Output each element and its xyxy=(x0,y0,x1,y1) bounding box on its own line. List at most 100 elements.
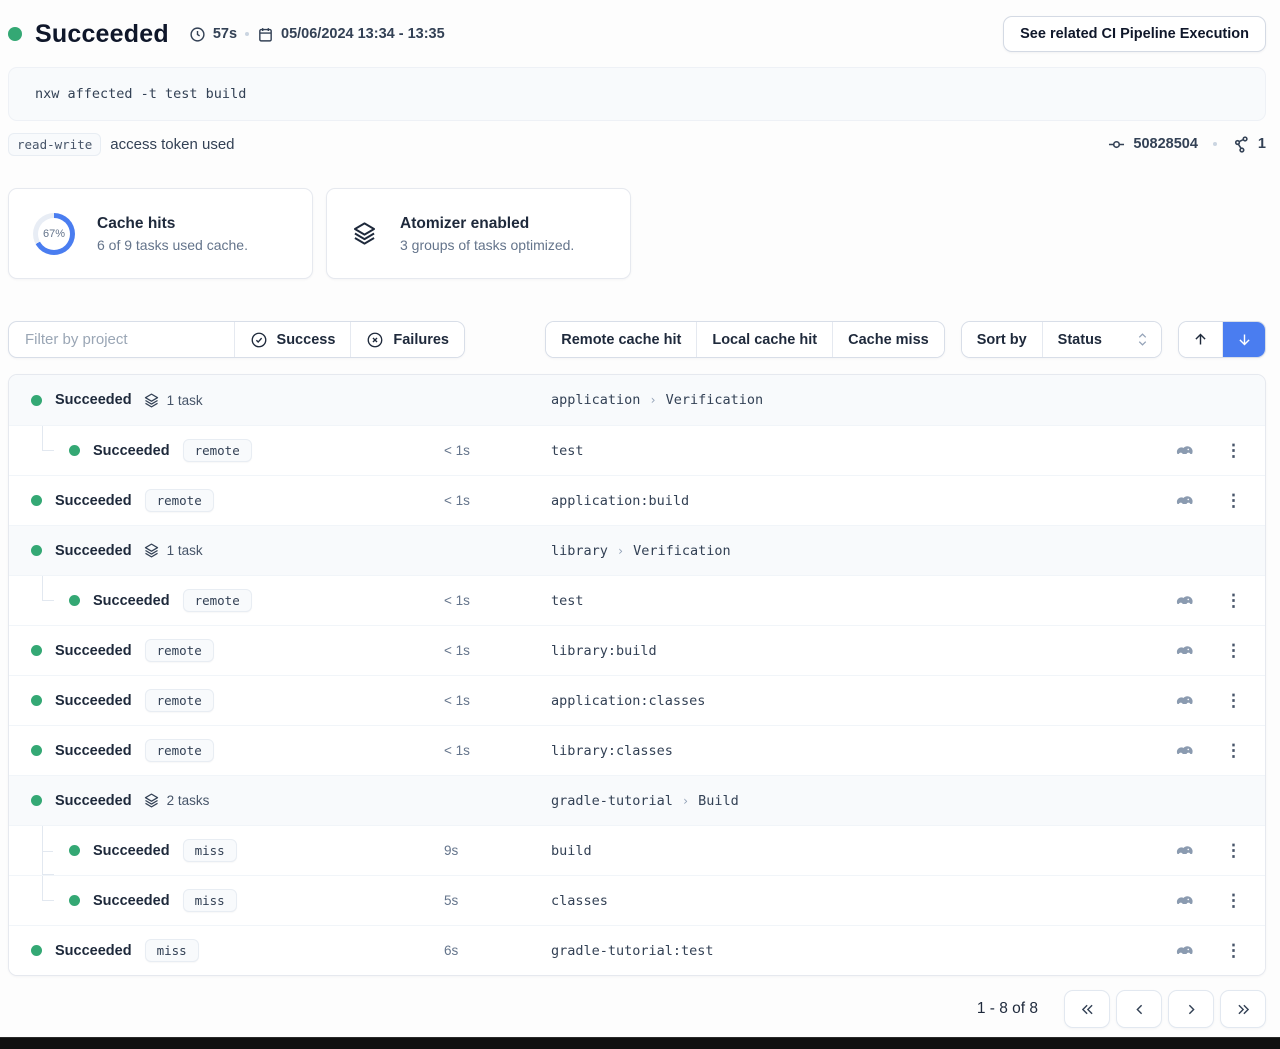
filter-by-project-input[interactable] xyxy=(9,322,234,357)
task-row[interactable]: Succeeded miss 6s gradle-tutorial:test ›… xyxy=(9,925,1265,975)
task-row[interactable]: Succeeded remote < 1s application:build … xyxy=(9,475,1265,525)
row-menu-button[interactable]: ⋮ xyxy=(1225,642,1242,659)
task-name: application:classes › xyxy=(551,693,1153,709)
sort-direction-group xyxy=(1178,321,1266,358)
task-name: classes › xyxy=(551,893,1153,909)
cache-hits-card[interactable]: 67% Cache hits 6 of 9 tasks used cache. xyxy=(8,188,313,279)
layers-icon xyxy=(143,542,160,559)
sort-ascending-button[interactable] xyxy=(1179,322,1222,357)
row-menu-button[interactable]: ⋮ xyxy=(1225,842,1242,859)
gradle-icon[interactable] xyxy=(1174,842,1196,860)
x-circle-icon xyxy=(366,331,384,349)
access-token-label: access token used xyxy=(110,136,234,153)
task-duration-label: < 1s xyxy=(444,593,551,608)
tree-connector-icon xyxy=(31,576,61,625)
tree-connector-icon xyxy=(31,876,61,925)
pagination-range-label: 1 - 8 of 8 xyxy=(977,1000,1038,1018)
run-command-box: nxw affected -t test build xyxy=(8,67,1266,121)
task-duration-label: < 1s xyxy=(444,443,551,458)
gradle-icon[interactable] xyxy=(1174,642,1196,660)
cache-hits-percent-label: 67% xyxy=(33,213,75,255)
task-row[interactable]: Succeeded miss 5s classes › ⋮ xyxy=(9,875,1265,925)
row-menu-button[interactable]: ⋮ xyxy=(1225,442,1242,459)
atomizer-title: Atomizer enabled xyxy=(400,215,574,233)
task-duration-label: < 1s xyxy=(444,693,551,708)
see-related-ci-pipeline-button[interactable]: See related CI Pipeline Execution xyxy=(1003,16,1266,52)
row-status-dot xyxy=(31,695,42,706)
commit-id-link[interactable]: 50828504 xyxy=(1133,136,1198,152)
gradle-icon[interactable] xyxy=(1174,892,1196,910)
task-row[interactable]: Succeeded remote < 1s library:classes › … xyxy=(9,725,1265,775)
chevrons-left-icon xyxy=(1079,1001,1096,1018)
row-status-label: Succeeded xyxy=(55,392,132,408)
row-menu-button[interactable]: ⋮ xyxy=(1225,942,1242,959)
task-row[interactable]: Succeeded remote < 1s test › ⋮ xyxy=(9,425,1265,475)
gradle-icon[interactable] xyxy=(1174,442,1196,460)
row-menu-button[interactable]: ⋮ xyxy=(1225,592,1242,609)
task-duration-label: 5s xyxy=(444,893,551,908)
task-duration-label: 6s xyxy=(444,943,551,958)
calendar-icon xyxy=(257,26,274,43)
pagination: 1 - 8 of 8 xyxy=(8,990,1266,1028)
task-duration-label: < 1s xyxy=(444,743,551,758)
pagination-last-button[interactable] xyxy=(1220,990,1266,1028)
sort-group: Sort by Status xyxy=(961,321,1162,358)
task-group-row[interactable]: Succeeded 1 task library › Verification … xyxy=(9,525,1265,575)
atomizer-card[interactable]: Atomizer enabled 3 groups of tasks optim… xyxy=(326,188,631,279)
task-row[interactable]: Succeeded remote < 1s application:classe… xyxy=(9,675,1265,725)
branch-count-link[interactable]: 1 xyxy=(1258,136,1266,152)
local-cache-hit-button[interactable]: Local cache hit xyxy=(696,322,832,357)
task-group-row[interactable]: Succeeded 2 tasks gradle-tutorial › Buil… xyxy=(9,775,1265,825)
pagination-prev-button[interactable] xyxy=(1116,990,1162,1028)
project-name: application:classes xyxy=(551,693,705,709)
commit-icon xyxy=(1107,135,1126,154)
sort-select-value: Status xyxy=(1058,332,1102,348)
failures-filter-button[interactable]: Failures xyxy=(350,322,464,357)
row-status-label: Succeeded xyxy=(93,593,170,609)
project-name: library xyxy=(551,543,608,559)
meta-separator-dot xyxy=(245,32,249,36)
cache-status-badge: remote xyxy=(145,489,214,512)
task-row[interactable]: Succeeded remote < 1s test › ⋮ xyxy=(9,575,1265,625)
row-menu-button[interactable]: ⋮ xyxy=(1225,492,1242,509)
remote-cache-hit-button[interactable]: Remote cache hit xyxy=(546,322,696,357)
row-status-label: Succeeded xyxy=(93,893,170,909)
chevron-right-icon: › xyxy=(649,393,656,407)
task-name: test › xyxy=(551,593,1153,609)
cache-status-badge: remote xyxy=(183,589,252,612)
project-name: test xyxy=(551,443,584,459)
task-count-label: 1 task xyxy=(167,543,203,558)
project-name: application xyxy=(551,392,640,408)
task-row[interactable]: Succeeded remote < 1s library:build › ⋮ xyxy=(9,625,1265,675)
gradle-icon[interactable] xyxy=(1174,492,1196,510)
layers-icon xyxy=(351,220,378,247)
chevron-left-icon xyxy=(1131,1001,1148,1018)
gradle-icon[interactable] xyxy=(1174,692,1196,710)
row-status-dot xyxy=(31,795,42,806)
pagination-first-button[interactable] xyxy=(1064,990,1110,1028)
gradle-icon[interactable] xyxy=(1174,592,1196,610)
row-status-dot xyxy=(31,745,42,756)
run-status-title: Succeeded xyxy=(35,20,169,49)
row-status-label: Succeeded xyxy=(55,493,132,509)
task-name: gradle-tutorial › Build xyxy=(551,793,1153,809)
arrow-up-icon xyxy=(1192,331,1209,348)
cache-miss-button[interactable]: Cache miss xyxy=(832,322,944,357)
sort-select[interactable]: Status xyxy=(1042,322,1161,357)
row-menu-button[interactable]: ⋮ xyxy=(1225,692,1242,709)
task-name: library › Verification xyxy=(551,543,1153,559)
pagination-next-button[interactable] xyxy=(1168,990,1214,1028)
task-count-label: 1 task xyxy=(167,393,203,408)
gradle-icon[interactable] xyxy=(1174,742,1196,760)
cache-status-badge: remote xyxy=(183,439,252,462)
gradle-icon[interactable] xyxy=(1174,942,1196,960)
row-menu-button[interactable]: ⋮ xyxy=(1225,742,1242,759)
task-group-row[interactable]: Succeeded 1 task application › Verificat… xyxy=(9,375,1265,425)
success-filter-button[interactable]: Success xyxy=(234,322,351,357)
sort-descending-button[interactable] xyxy=(1222,322,1265,357)
task-row[interactable]: Succeeded miss 9s build › ⋮ xyxy=(9,825,1265,875)
task-duration-label: < 1s xyxy=(444,643,551,658)
row-menu-button[interactable]: ⋮ xyxy=(1225,892,1242,909)
run-status-dot xyxy=(8,27,22,41)
row-status-label: Succeeded xyxy=(93,443,170,459)
